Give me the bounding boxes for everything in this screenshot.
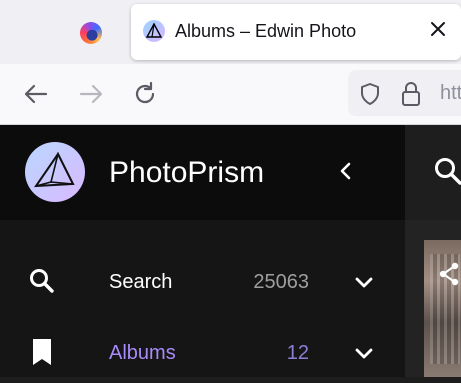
chevron-down-icon[interactable] xyxy=(352,341,376,365)
sidebar-header: PhotoPrism xyxy=(0,125,405,220)
back-arrow-icon[interactable] xyxy=(22,80,50,108)
sidebar-item-label: Albums xyxy=(109,342,176,364)
sidebar-item-albums[interactable]: Albums 12 xyxy=(0,323,405,383)
sidebar-item-label: Search xyxy=(109,271,173,293)
photoprism-app: PhotoPrism Search 25063 Albums 12 xyxy=(0,125,461,377)
brand-title: PhotoPrism xyxy=(109,156,265,189)
sidebar-item-count: 12 xyxy=(286,342,309,364)
search-icon xyxy=(30,269,54,293)
shield-icon[interactable] xyxy=(358,82,382,106)
album-thumbnail[interactable] xyxy=(424,240,461,377)
sidebar-item-search[interactable]: Search 25063 xyxy=(0,252,405,312)
photoprism-logo[interactable] xyxy=(25,142,85,202)
sidebar-item-count: 25063 xyxy=(253,271,309,293)
forward-arrow-icon[interactable] xyxy=(77,80,105,108)
chevron-left-icon[interactable] xyxy=(334,159,358,183)
search-icon[interactable] xyxy=(433,156,461,186)
reload-icon[interactable] xyxy=(131,80,159,108)
firefox-icon xyxy=(80,22,102,44)
photoprism-favicon-icon xyxy=(143,20,165,42)
url-text[interactable]: htt xyxy=(440,82,461,105)
main-toolbar xyxy=(405,125,461,220)
tab-firefox[interactable] xyxy=(64,6,120,58)
tab-albums[interactable]: Albums – Edwin Photo xyxy=(131,4,461,60)
main-content xyxy=(405,125,461,377)
lock-icon[interactable] xyxy=(400,81,422,107)
tab-title: Albums – Edwin Photo xyxy=(175,21,357,41)
browser-toolbar: htt xyxy=(0,64,461,125)
chevron-down-icon[interactable] xyxy=(352,270,376,294)
sidebar: PhotoPrism Search 25063 Albums 12 xyxy=(0,125,405,377)
url-bar[interactable]: htt xyxy=(348,70,461,116)
bookmark-icon xyxy=(33,339,51,365)
close-icon[interactable] xyxy=(427,18,449,40)
browser-tab-strip: Albums – Edwin Photo xyxy=(0,0,461,64)
share-icon[interactable] xyxy=(438,262,460,286)
